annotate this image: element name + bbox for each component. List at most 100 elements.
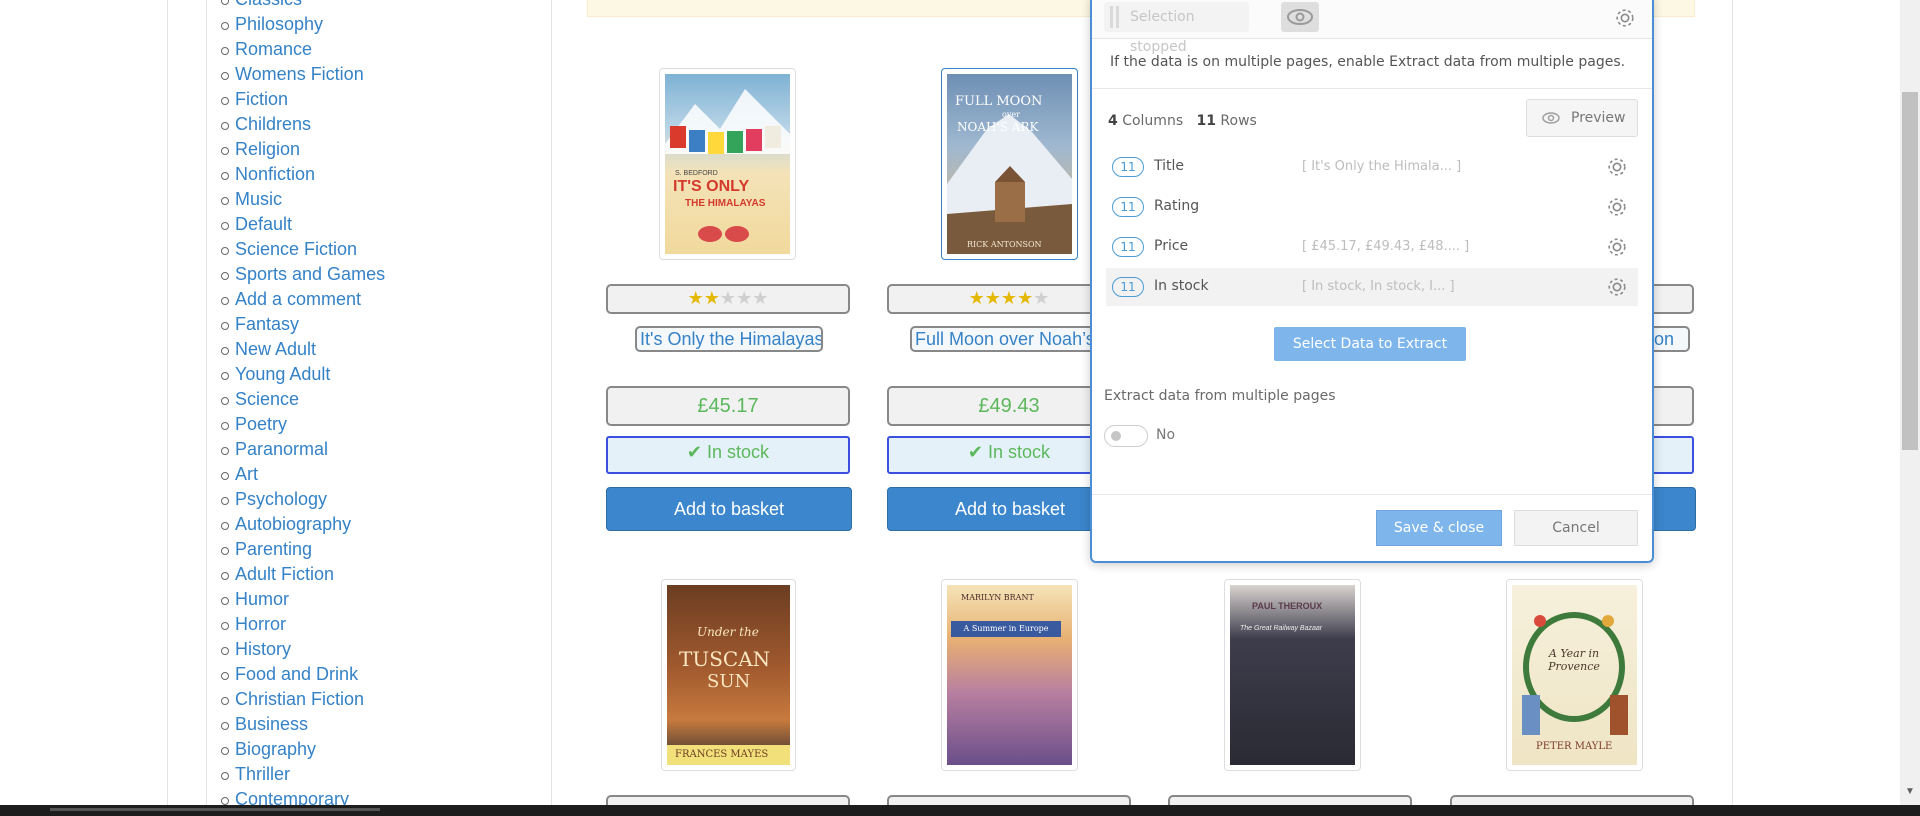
settings-gear-icon[interactable] <box>1614 7 1636 29</box>
multi-page-label: Extract data from multiple pages <box>1104 388 1336 404</box>
columns-rows-count: 4 Columns 11 Rows <box>1108 113 1257 129</box>
category-link[interactable]: Thriller <box>220 764 290 789</box>
category-link[interactable]: Default <box>220 214 292 239</box>
category-link[interactable]: Sports and Games <box>220 264 385 289</box>
column-count-badge: 11 <box>1112 157 1144 177</box>
toggle-knob <box>1111 431 1121 441</box>
add-to-basket-button[interactable]: Add to basket <box>606 487 852 531</box>
category-link[interactable]: Horror <box>220 614 286 639</box>
category-link[interactable]: Philosophy <box>220 14 323 39</box>
preview-button[interactable]: Preview <box>1526 99 1638 137</box>
column-preview: [ In stock, In stock, I... ] <box>1302 279 1455 294</box>
category-link[interactable]: Science Fiction <box>220 239 357 264</box>
category-link[interactable]: Adult Fiction <box>220 564 334 589</box>
category-link[interactable]: Classics <box>220 0 302 14</box>
category-link[interactable]: Romance <box>220 39 312 64</box>
cover-title-line: over <box>1002 110 1020 119</box>
star-empty-icon: ★ <box>752 288 769 308</box>
column-preview: [ It's Only the Himala... ] <box>1302 159 1462 174</box>
product-title-link[interactable]: Full Moon over Noah’s <box>910 326 1100 352</box>
column-settings-gear-icon[interactable] <box>1606 276 1628 298</box>
category-link[interactable]: Poetry <box>220 414 287 439</box>
category-link[interactable]: Religion <box>220 139 300 164</box>
star-empty-icon: ★ <box>736 288 753 308</box>
panel-toolbar: Selection stopped <box>1092 0 1652 55</box>
category-link[interactable]: Business <box>220 714 308 739</box>
column-settings-gear-icon[interactable] <box>1606 196 1628 218</box>
category-link[interactable]: Womens Fiction <box>221 64 364 89</box>
category-link[interactable]: Fantasy <box>220 314 299 339</box>
multi-page-toggle[interactable] <box>1104 425 1148 447</box>
cover-author: MARILYN BRANT <box>961 593 1034 602</box>
select-data-button[interactable]: Select Data to Extract <box>1274 327 1466 361</box>
column-preview: [ £45.17, £49.43, £48.... ] <box>1302 239 1470 254</box>
category-link[interactable]: Paranormal <box>220 439 328 464</box>
category-link[interactable]: Christian Fiction <box>220 689 364 714</box>
selection-status-text: Selection stopped <box>1130 9 1195 55</box>
column-settings-gear-icon[interactable] <box>1606 236 1628 258</box>
cover-title-line: NOAH'S ARK <box>957 120 1039 134</box>
column-name: Title <box>1154 158 1185 174</box>
cancel-button[interactable]: Cancel <box>1514 510 1638 546</box>
scrollbar-thumb[interactable] <box>1902 92 1918 450</box>
product-title-link[interactable]: It's Only the Himalayas <box>635 326 823 352</box>
category-link[interactable]: Fiction <box>220 89 288 114</box>
rows-label: Rows <box>1220 113 1257 129</box>
category-link[interactable]: Autobiography <box>220 514 351 539</box>
category-link[interactable]: Science <box>220 389 299 414</box>
taskbar <box>0 805 1920 816</box>
column-settings-gear-icon[interactable] <box>1606 156 1628 178</box>
checkmark-icon: ✔ <box>967 442 984 462</box>
book-cover[interactable]: S. BEDFORD IT'S ONLY THE HIMALAYAS <box>659 68 796 260</box>
taskbar-item[interactable] <box>50 808 380 811</box>
book-cover[interactable]: A Year in Provence PETER MAYLE <box>1506 579 1643 771</box>
book-cover[interactable]: Under the TUSCAN SUN FRANCES MAYES <box>661 579 796 771</box>
column-count-badge: 11 <box>1112 237 1144 257</box>
star-empty-icon: ★ <box>1033 288 1050 308</box>
stock-status: ✔ In stock <box>606 436 850 474</box>
category-link[interactable]: New Adult <box>220 339 316 364</box>
category-link[interactable]: Parenting <box>220 539 312 564</box>
info-text: If the data is on multiple pages, enable… <box>1110 54 1626 70</box>
pause-icon <box>1110 6 1113 28</box>
multi-page-value: No <box>1156 427 1176 443</box>
column-count-badge: 11 <box>1112 277 1144 297</box>
visibility-toggle-button[interactable] <box>1281 2 1319 32</box>
save-close-button[interactable]: Save & close <box>1376 510 1502 546</box>
book-cover[interactable]: FULL MOON over NOAH'S ARK RICK ANTONSON <box>941 68 1078 260</box>
cover-title-line: TUSCAN <box>679 647 771 671</box>
column-row[interactable]: 11 Rating <box>1106 188 1638 226</box>
category-link[interactable]: Childrens <box>220 114 311 139</box>
category-link[interactable]: Music <box>220 189 282 214</box>
cover-art <box>665 89 790 242</box>
cover-title-line: SUN <box>707 671 751 692</box>
book-cover[interactable]: PAUL THEROUX The Great Railway Bazaar <box>1224 579 1361 771</box>
eye-icon <box>1287 9 1313 25</box>
column-row[interactable]: 11 Title [ It's Only the Himala... ] <box>1106 148 1638 186</box>
cover-title-line: FULL MOON <box>955 94 1043 109</box>
category-link[interactable]: Nonfiction <box>220 164 315 189</box>
column-name: Price <box>1154 238 1189 254</box>
category-link[interactable]: Add a comment <box>220 289 361 314</box>
column-row[interactable]: 11 In stock [ In stock, In stock, I... ] <box>1106 268 1638 306</box>
column-row[interactable]: 11 Price [ £45.17, £49.43, £48.... ] <box>1106 228 1638 266</box>
columns-label: Columns <box>1122 113 1184 129</box>
scroll-down-arrow-icon[interactable]: ▼ <box>1905 786 1915 797</box>
category-link[interactable]: Food and Drink <box>220 664 358 689</box>
category-link[interactable]: History <box>220 639 291 664</box>
selection-status-button[interactable]: Selection stopped <box>1104 2 1249 55</box>
category-link[interactable]: Humor <box>220 589 289 614</box>
cover-author: PETER MAYLE <box>1536 741 1613 752</box>
extraction-panel: Selection stopped If the data is on mult… <box>1090 0 1654 563</box>
category-link[interactable]: Biography <box>220 739 316 764</box>
eye-icon <box>1542 112 1560 124</box>
column-name: Rating <box>1154 198 1200 214</box>
category-link[interactable]: Art <box>220 464 258 489</box>
category-link[interactable]: Young Adult <box>220 364 330 389</box>
category-link[interactable]: Psychology <box>220 489 327 514</box>
book-cover[interactable]: MARILYN BRANT A Summer in Europe <box>941 579 1078 771</box>
column-count-badge: 11 <box>1112 197 1144 217</box>
stock-text: In stock <box>988 442 1051 462</box>
column-name: In stock <box>1154 278 1209 294</box>
star-rating: ★★★★★ <box>606 284 850 314</box>
